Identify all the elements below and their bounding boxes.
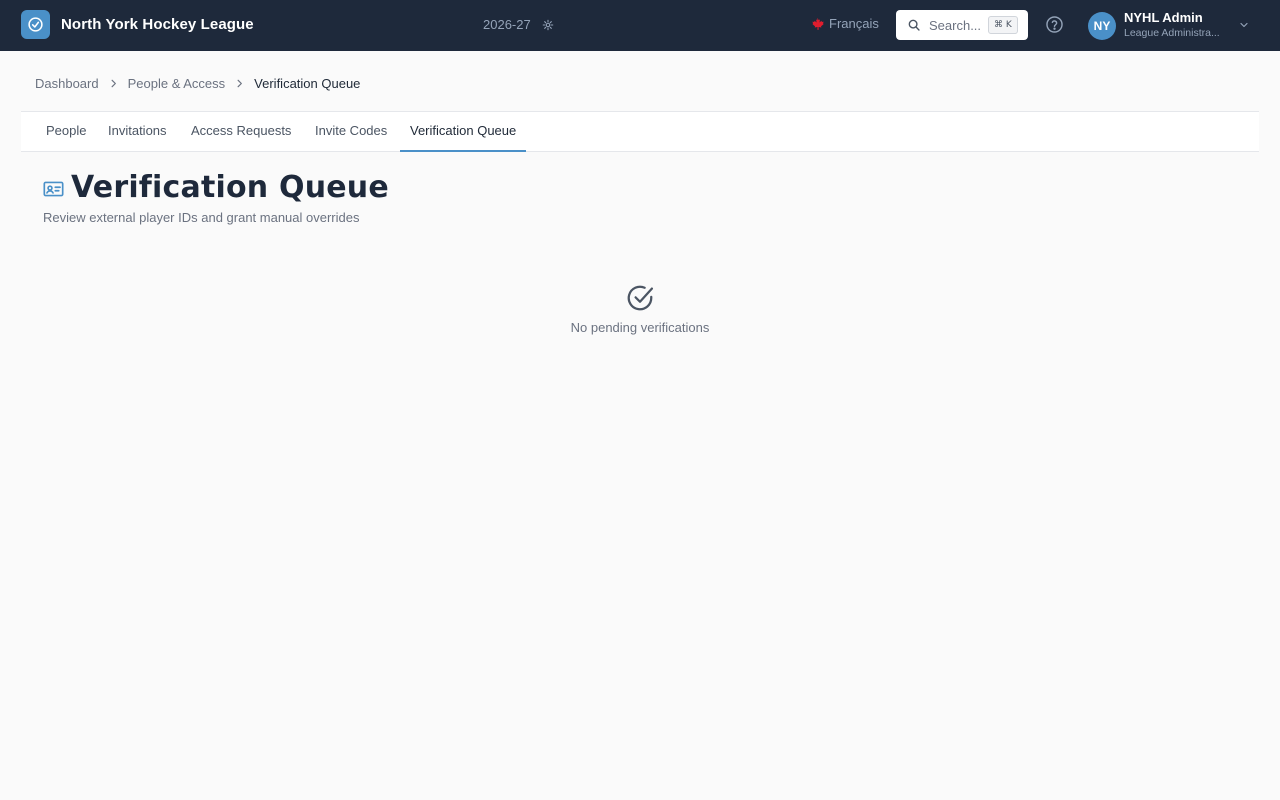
chevron-right-icon [234,78,245,89]
league-logo-icon [21,10,50,39]
page-title: Verification Queue [71,170,389,205]
brand[interactable]: North York Hockey League [21,10,254,39]
breadcrumb-verification-queue: Verification Queue [254,76,361,91]
empty-state-message: No pending verifications [570,320,710,335]
season-selector[interactable]: 2026-27 [483,17,554,32]
user-role: League Administra... [1124,27,1220,39]
avatar: NY [1088,12,1116,40]
tab-access-requests[interactable]: Access Requests [181,112,301,152]
chevron-right-icon [108,78,119,89]
page-subtitle: Review external player IDs and grant man… [43,210,360,225]
id-card-icon [43,180,64,198]
language-label: Français [829,16,879,31]
check-circle-icon [625,283,655,313]
user-name: NYHL Admin [1124,10,1203,25]
search-icon [907,18,921,32]
breadcrumb: Dashboard People & Access Verification Q… [35,76,360,91]
chevron-down-icon[interactable] [1238,19,1250,31]
help-icon[interactable] [1045,15,1064,34]
global-search[interactable]: Search... ⌘ K [896,10,1028,40]
section-tabs: People Invitations Access Requests Invit… [21,111,1259,152]
tab-invitations[interactable]: Invitations [98,112,177,152]
breadcrumb-people-access[interactable]: People & Access [128,76,226,91]
maple-leaf-icon [811,17,824,30]
top-navigation-bar: North York Hockey League 2026-27 Françai… [0,0,1280,51]
tab-verification-queue[interactable]: Verification Queue [400,112,527,152]
keyboard-shortcut-badge: ⌘ K [988,16,1018,34]
season-label: 2026-27 [483,17,531,32]
user-menu[interactable]: NY NYHL Admin League Administra... [1088,11,1248,41]
tab-invite-codes[interactable]: Invite Codes [305,112,397,152]
search-placeholder: Search... [929,17,982,33]
tab-people[interactable]: People [36,112,96,152]
language-toggle[interactable]: Français [811,16,879,31]
user-info: NYHL Admin League Administra... [1124,11,1232,41]
league-name: North York Hockey League [61,16,254,33]
breadcrumb-dashboard[interactable]: Dashboard [35,76,99,91]
gear-icon[interactable] [542,19,554,31]
